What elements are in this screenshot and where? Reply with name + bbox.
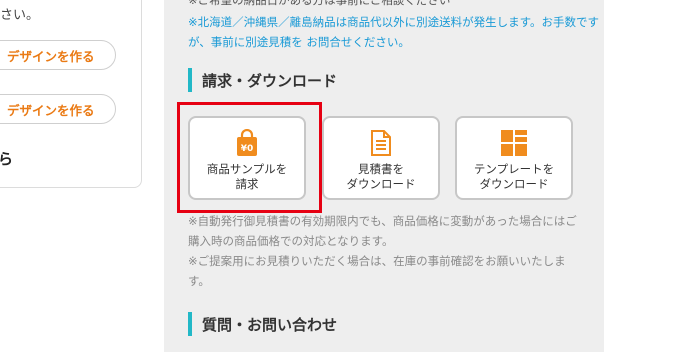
billing-download-heading: 請求・ダウンロード [188, 68, 337, 92]
template-download-label: テンプレートを ダウンロード [473, 162, 555, 191]
sample-request-tile[interactable]: ¥0 商品サンプルを 請求 [188, 116, 306, 200]
template-download-tile[interactable]: テンプレートを ダウンロード [455, 116, 573, 200]
template-icon [500, 128, 528, 158]
create-design-button-1[interactable]: デザインを作る [0, 40, 116, 70]
product-side-panel: ※ご希望の納品日がある方は事前にご相談ください ※北海道／沖縄県／離島納品は商品… [164, 0, 604, 352]
estimate-download-label: 見積書を ダウンロード [346, 162, 416, 191]
sample-request-label: 商品サンプルを 請求 [206, 162, 288, 191]
estimate-download-tile[interactable]: 見積書を ダウンロード [322, 116, 440, 200]
left-heading-fragment: ら [0, 150, 14, 168]
shopping-bag-icon: ¥0 [235, 128, 259, 158]
shipping-notice: ※北海道／沖縄県／離島納品は商品代以外に別途送料が発生します。お手数ですが、事前… [188, 15, 599, 49]
document-icon [370, 128, 392, 158]
create-design-button-2[interactable]: デザインを作る [0, 94, 116, 124]
faq-heading: 質問・お問い合わせ [188, 312, 337, 336]
delivery-date-note: ※ご希望の納品日がある方は事前にご相談ください [188, 0, 451, 7]
stock-check-note: ※ご提案用にお見積りいただく場合は、在庫の事前確認をお願いいたします。 [188, 254, 566, 288]
bag-price-badge: ¥0 [241, 144, 254, 154]
left-top-text: さい。 [0, 8, 40, 23]
estimate-validity-note: ※自動発行御見積書の有効期限内でも、商品価格に変動があった場合にはご購入時の商品… [188, 214, 577, 248]
